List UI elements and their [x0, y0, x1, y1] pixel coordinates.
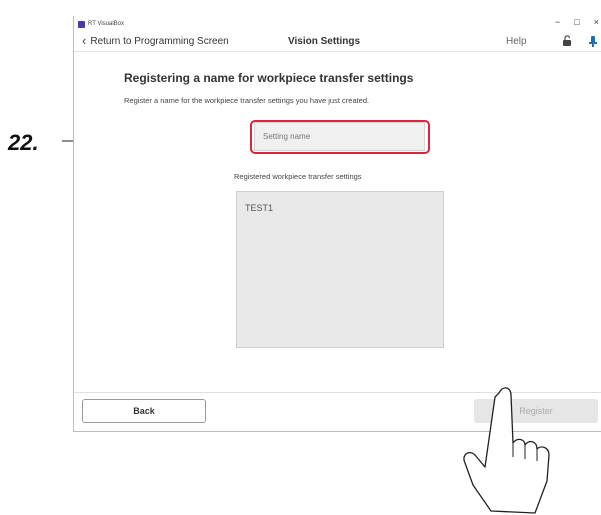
back-button[interactable]: Back — [82, 399, 206, 423]
registered-settings-label: Registered workpiece transfer settings — [234, 172, 362, 181]
connection-icon[interactable] — [588, 35, 598, 47]
page-title: Vision Settings — [288, 36, 361, 47]
help-link[interactable]: Help — [506, 36, 527, 47]
registered-settings-list[interactable]: TEST1 — [236, 191, 444, 348]
return-to-programming-link[interactable]: ‹ Return to Programming Screen — [82, 33, 229, 48]
section-heading: Registering a name for workpiece transfe… — [124, 71, 414, 85]
unlock-icon[interactable] — [562, 35, 572, 47]
app-logo-icon — [78, 20, 85, 28]
maximize-button[interactable]: □ — [574, 17, 579, 27]
section-description: Register a name for the workpiece transf… — [124, 96, 370, 105]
return-label: Return to Programming Screen — [90, 35, 229, 47]
list-item[interactable]: TEST1 — [245, 203, 273, 213]
window-controls: − □ × — [555, 17, 599, 27]
nav-bar: ‹ Return to Programming Screen Vision Se… — [74, 33, 601, 52]
app-title: RT VisualBox — [88, 21, 125, 27]
close-button[interactable]: × — [594, 17, 599, 27]
chevron-left-icon: ‹ — [82, 33, 87, 48]
pointing-hand-icon — [463, 387, 550, 514]
minimize-button[interactable]: − — [555, 17, 560, 27]
app-window: RT VisualBox − □ × ‹ Return to Programmi… — [73, 16, 601, 432]
highlight-box — [250, 120, 430, 154]
title-bar: RT VisualBox − □ × — [74, 16, 601, 32]
